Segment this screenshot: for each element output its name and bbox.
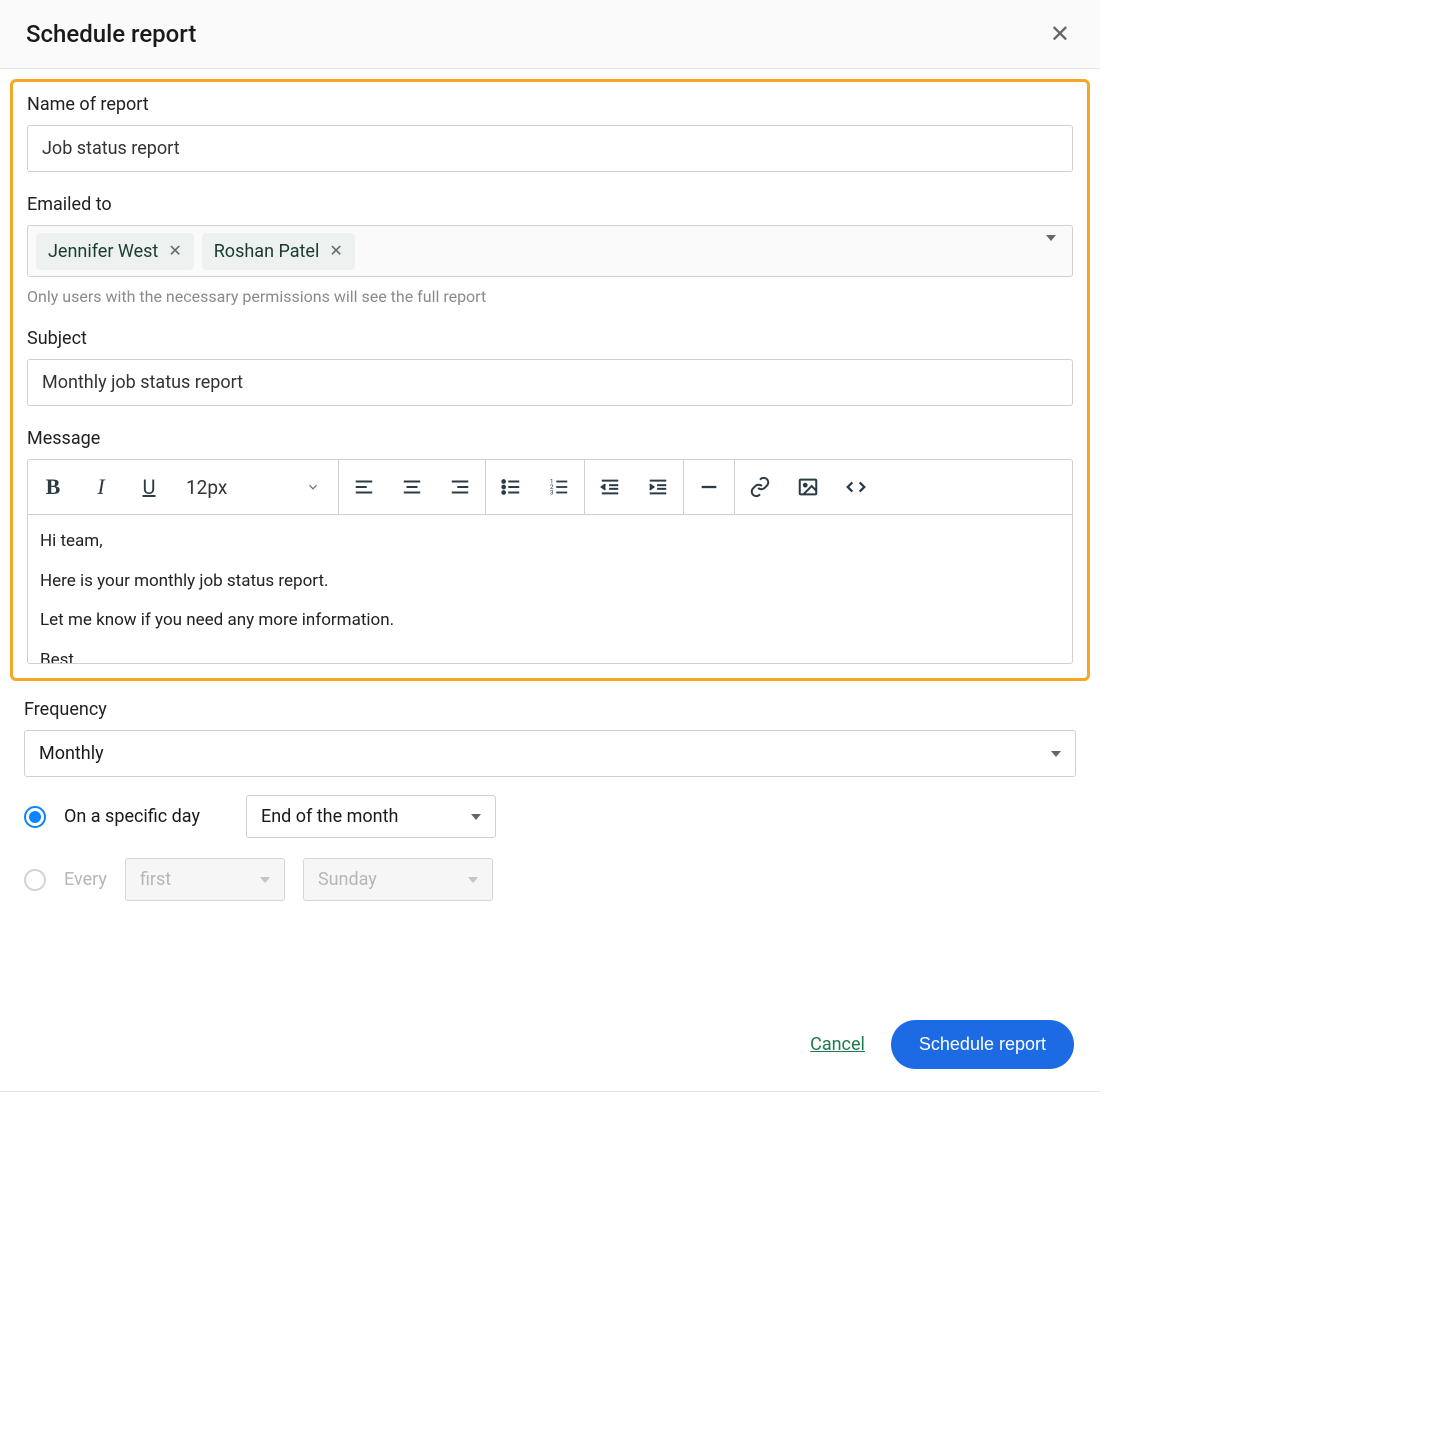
- name-section: Name of report: [27, 94, 1073, 172]
- specific-day-radio[interactable]: [24, 806, 46, 828]
- emailed-to-section: Emailed to Jennifer West ✕ Roshan Patel …: [27, 194, 1073, 306]
- scroll-area[interactable]: Name of report Emailed to Jennifer West …: [0, 69, 1100, 998]
- bullet-list-button[interactable]: [494, 470, 528, 504]
- font-size-value: 12px: [186, 476, 227, 499]
- subject-label: Subject: [27, 328, 1073, 349]
- remove-recipient-icon[interactable]: ✕: [329, 243, 342, 259]
- every-option: Every first Sunday: [24, 858, 1076, 901]
- every-day-select: Sunday: [303, 858, 493, 901]
- recipient-chip: Jennifer West ✕: [36, 233, 194, 270]
- horizontal-rule-button[interactable]: [692, 470, 726, 504]
- specific-day-label: On a specific day: [64, 806, 200, 827]
- highlighted-section: Name of report Emailed to Jennifer West …: [10, 79, 1090, 681]
- name-label: Name of report: [27, 94, 1073, 115]
- emailed-to-label: Emailed to: [27, 194, 1073, 215]
- underline-button[interactable]: U: [132, 470, 166, 504]
- chevron-down-icon: [1051, 751, 1061, 757]
- every-radio[interactable]: [24, 869, 46, 891]
- recipient-chip: Roshan Patel ✕: [202, 233, 355, 270]
- font-size-select[interactable]: 12px: [180, 476, 330, 499]
- chevron-down-icon[interactable]: [1046, 241, 1056, 261]
- align-left-button[interactable]: [347, 470, 381, 504]
- frequency-select[interactable]: Monthly: [24, 730, 1076, 777]
- link-button[interactable]: [743, 470, 777, 504]
- subject-section: Subject: [27, 328, 1073, 406]
- emailed-to-helper: Only users with the necessary permission…: [27, 287, 1073, 306]
- every-label: Every: [64, 869, 107, 890]
- dialog-body: Name of report Emailed to Jennifer West …: [0, 69, 1100, 998]
- specific-day-value: End of the month: [261, 806, 398, 827]
- svg-text:3: 3: [550, 488, 554, 496]
- every-ordinal-value: first: [140, 869, 171, 890]
- name-input[interactable]: [27, 125, 1073, 172]
- emailed-to-input[interactable]: Jennifer West ✕ Roshan Patel ✕: [27, 225, 1073, 277]
- chevron-down-icon: [260, 877, 270, 883]
- align-right-button[interactable]: [443, 470, 477, 504]
- chevron-down-icon: [471, 814, 481, 820]
- remove-recipient-icon[interactable]: ✕: [168, 243, 181, 259]
- frequency-value: Monthly: [39, 743, 104, 764]
- numbered-list-button[interactable]: 123: [542, 470, 576, 504]
- message-line: Hi team,: [40, 529, 1060, 555]
- editor-toolbar: B I U 12px: [28, 460, 1072, 515]
- outdent-button[interactable]: [593, 470, 627, 504]
- specific-day-option: On a specific day End of the month: [24, 795, 1076, 838]
- every-day-value: Sunday: [318, 869, 377, 890]
- message-textarea[interactable]: Hi team, Here is your monthly job status…: [28, 515, 1072, 663]
- dialog-footer: Cancel Schedule report: [0, 998, 1100, 1091]
- chevron-down-icon: [468, 877, 478, 883]
- message-line: Best,: [40, 648, 1060, 664]
- rich-text-editor: B I U 12px: [27, 459, 1073, 664]
- schedule-report-button[interactable]: Schedule report: [891, 1020, 1074, 1069]
- frequency-section: Frequency Monthly On a specific day End …: [0, 699, 1100, 925]
- bold-button[interactable]: B: [36, 470, 70, 504]
- dialog-header: Schedule report ✕: [0, 0, 1100, 69]
- schedule-report-dialog: Schedule report ✕ Name of report Emailed…: [0, 0, 1100, 1092]
- message-section: Message B I U 12px: [27, 428, 1073, 664]
- subject-input[interactable]: [27, 359, 1073, 406]
- message-line: Let me know if you need any more informa…: [40, 608, 1060, 634]
- specific-day-select[interactable]: End of the month: [246, 795, 496, 838]
- message-line: Here is your monthly job status report.: [40, 569, 1060, 595]
- recipient-name: Jennifer West: [48, 241, 158, 262]
- message-label: Message: [27, 428, 1073, 449]
- every-ordinal-select: first: [125, 858, 285, 901]
- image-button[interactable]: [791, 470, 825, 504]
- close-icon[interactable]: ✕: [1046, 18, 1074, 50]
- frequency-label: Frequency: [24, 699, 1076, 720]
- recipient-name: Roshan Patel: [214, 241, 320, 262]
- code-button[interactable]: [839, 470, 873, 504]
- dialog-title: Schedule report: [26, 20, 196, 48]
- italic-button[interactable]: I: [84, 470, 118, 504]
- chevron-down-icon: [306, 480, 320, 494]
- align-center-button[interactable]: [395, 470, 429, 504]
- cancel-button[interactable]: Cancel: [810, 1034, 865, 1055]
- indent-button[interactable]: [641, 470, 675, 504]
